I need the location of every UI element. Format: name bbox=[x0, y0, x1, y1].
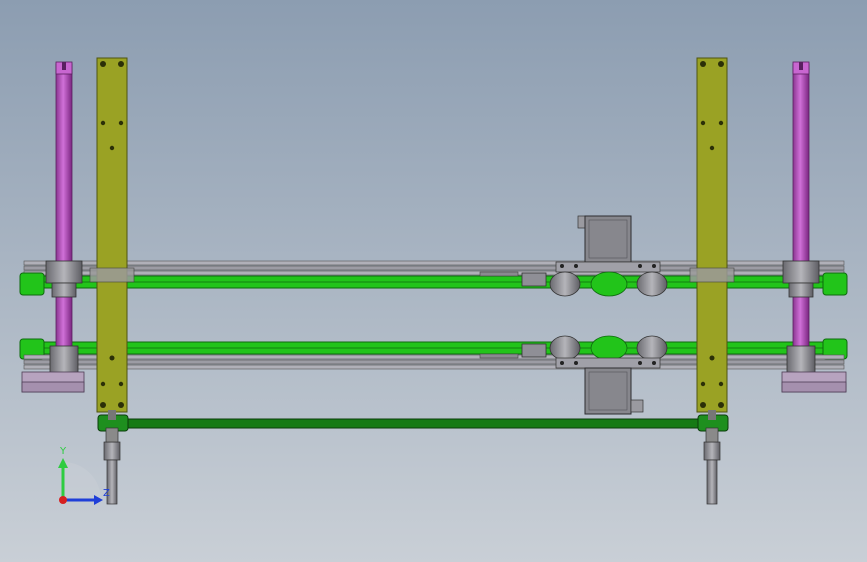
right-plate-hole bbox=[718, 381, 724, 387]
left-upper-bearing bbox=[45, 260, 83, 284]
left-plate-hole bbox=[109, 355, 115, 361]
upper-sensor-block bbox=[521, 272, 547, 287]
left-plate-hole bbox=[100, 120, 106, 126]
right-side-plate bbox=[689, 57, 735, 413]
right-plate-hole bbox=[718, 120, 724, 126]
left-plate-hole bbox=[118, 61, 124, 67]
right-plate-hole bbox=[709, 355, 715, 361]
left-plate-hole bbox=[118, 402, 124, 408]
right-guide-rod bbox=[792, 63, 810, 355]
lower-sensor-block bbox=[521, 343, 547, 358]
upper-idler-pulley bbox=[636, 271, 668, 297]
left-plate-hole bbox=[100, 402, 106, 408]
left-plate-hole bbox=[118, 120, 124, 126]
lower-idler-pulley bbox=[636, 335, 668, 361]
upper-idler-pulley bbox=[549, 271, 581, 297]
y-axis-label: Y bbox=[59, 446, 67, 457]
lower-motor bbox=[584, 367, 632, 415]
right-plate-hole bbox=[700, 381, 706, 387]
left-guide-rod bbox=[55, 63, 73, 355]
right-plate-hole bbox=[718, 402, 724, 408]
z-axis-label: Z bbox=[103, 488, 110, 499]
right-upper-bearing bbox=[782, 260, 820, 284]
lower-bracket bbox=[479, 353, 519, 359]
left-plate-hole bbox=[100, 381, 106, 387]
lower-drive-pulley bbox=[590, 335, 628, 361]
left-plate-hole bbox=[100, 61, 106, 67]
upper-bracket bbox=[479, 271, 519, 277]
right-plate-hole bbox=[718, 61, 724, 67]
lower-idler-pulley bbox=[549, 335, 581, 361]
upper-belt-end-right bbox=[822, 272, 848, 296]
upper-motor bbox=[584, 215, 632, 263]
triad-origin bbox=[59, 496, 67, 504]
left-plate-hole bbox=[118, 381, 124, 387]
right-plate-hole bbox=[709, 145, 715, 151]
lower-motor-flange bbox=[630, 399, 644, 413]
right-plate-hole bbox=[700, 61, 706, 67]
right-plate-hole bbox=[700, 402, 706, 408]
upper-idler-plate bbox=[555, 261, 661, 273]
left-plate-hole bbox=[109, 145, 115, 151]
left-lower-bearing bbox=[49, 345, 79, 375]
assembly-drawing: Y Z bbox=[0, 0, 867, 562]
left-side-plate bbox=[89, 57, 135, 413]
right-plate-hole bbox=[700, 120, 706, 126]
right-lower-bearing bbox=[786, 345, 816, 375]
upper-belt-end-left bbox=[19, 272, 45, 296]
cad-viewport[interactable]: Y Z bbox=[0, 0, 867, 562]
lower-idler-plate bbox=[555, 357, 661, 369]
upper-drive-pulley bbox=[590, 271, 628, 297]
